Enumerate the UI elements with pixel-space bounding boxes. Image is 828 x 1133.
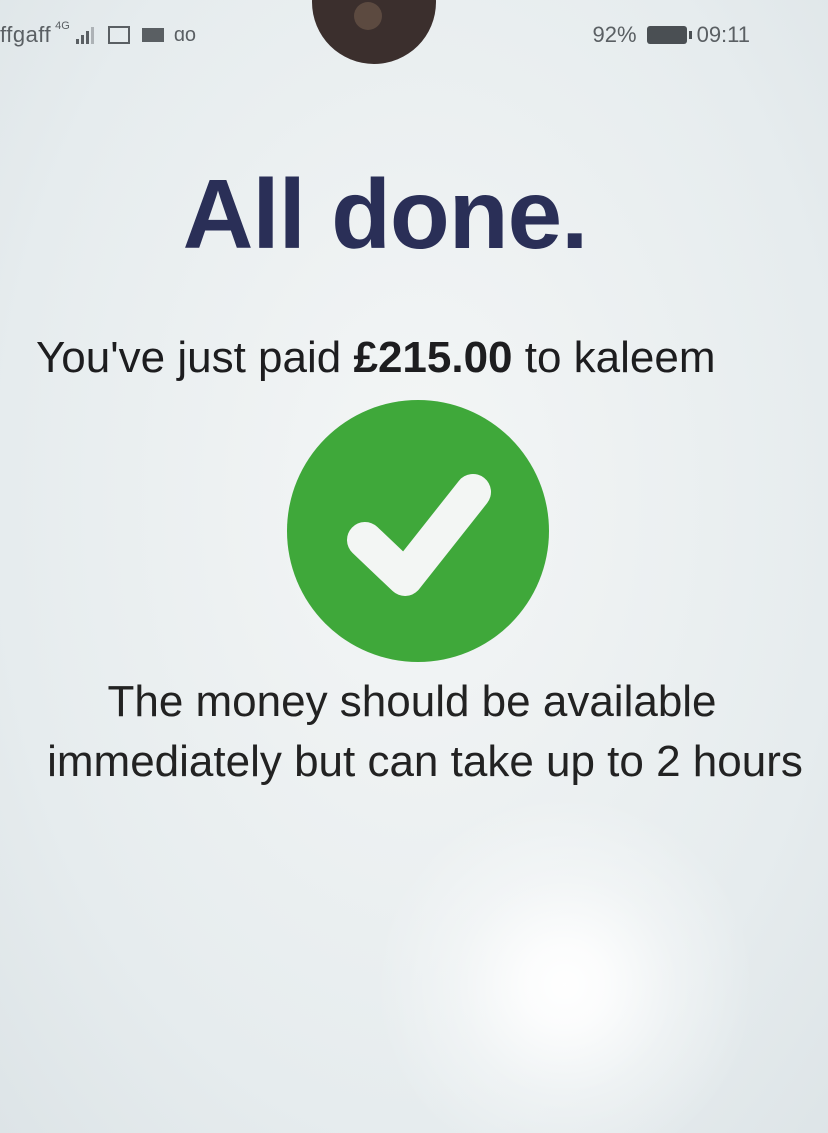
status-right: 92% 09:11 [593, 22, 750, 48]
page-title: All done. [182, 159, 589, 269]
carrier-name: ffgaff [0, 22, 52, 47]
availability-line-2: immediately but can take up to 2 hours [47, 737, 803, 786]
paid-prefix: You've just paid [36, 333, 342, 382]
status-bar: ffgaff 4G ɑo 92% 09:11 [0, 0, 828, 70]
voicemail-icon: ɑo [173, 23, 197, 46]
network-type: 4G [55, 20, 70, 32]
paid-recipient: to kaleem [524, 333, 716, 382]
mail-icon [141, 28, 164, 42]
success-badge [287, 400, 549, 662]
payment-amount: £215.00 [353, 333, 513, 382]
camera-notch [312, 0, 436, 64]
availability-line-1: The money should be available [107, 677, 717, 726]
status-left: ffgaff 4G ɑo [0, 20, 197, 48]
battery-icon [646, 26, 692, 44]
signal-icon [75, 26, 94, 44]
clock-time: 09:11 [696, 22, 750, 47]
availability-message: The money should be available immediatel… [0, 672, 828, 792]
image-icon [107, 26, 130, 44]
battery-percent: 92% [592, 22, 637, 47]
checkmark-icon [347, 474, 491, 596]
payment-summary: You've just paid £215.00 to kaleem [36, 333, 796, 383]
